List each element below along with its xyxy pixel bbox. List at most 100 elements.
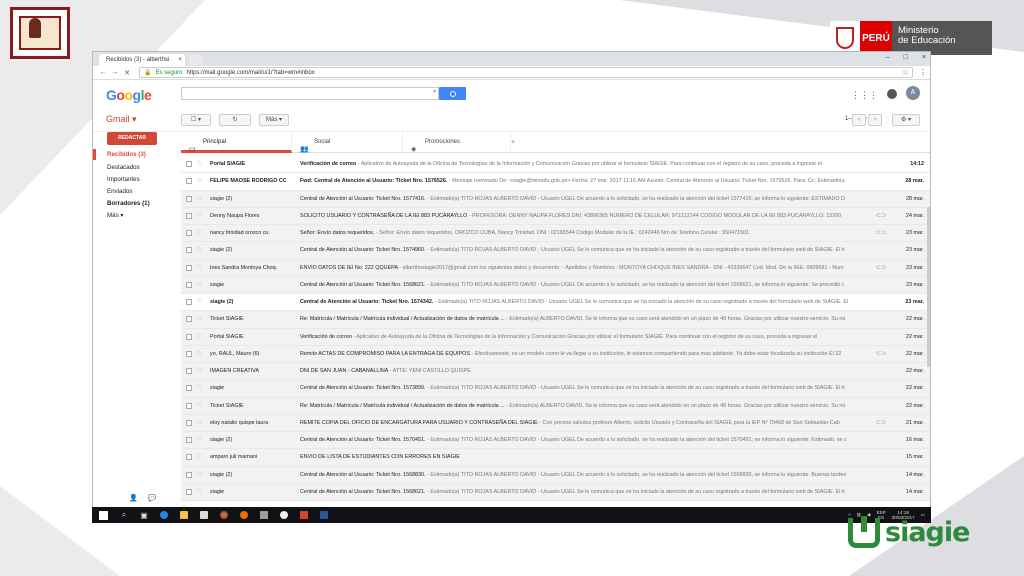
search-input[interactable]: ▾ — [181, 87, 439, 100]
email-row[interactable]: ☆ Ines Sandra Montoya Choq. ENVIO DATOS DE… — [181, 259, 930, 277]
start-button[interactable] — [92, 507, 114, 523]
email-row[interactable]: ☆ Portal SIAGIE Verificación de correo - A… — [181, 328, 930, 346]
star-icon[interactable]: ☆ — [196, 329, 202, 345]
row-checkbox[interactable] — [186, 281, 192, 288]
scrollbar[interactable] — [927, 207, 930, 367]
email-row[interactable]: ☆ Portal SIAGIE Verificación de correo - A… — [181, 156, 930, 174]
sidebar-item-important[interactable]: Importantes — [107, 176, 140, 183]
row-checkbox[interactable] — [186, 316, 192, 323]
back-icon[interactable]: ← — [97, 69, 109, 76]
new-tab-button[interactable] — [189, 55, 203, 65]
row-checkbox[interactable] — [186, 299, 192, 305]
email-row[interactable]: ☆ Ticket SIAGIE Re: Matrícula / Matrícula … — [181, 311, 930, 329]
email-row[interactable]: ☆ siagie (2) Central de Atención al Usuari… — [181, 432, 930, 450]
app-icon-orange[interactable] — [234, 507, 254, 523]
task-view-icon[interactable]: ▣ — [134, 507, 154, 523]
contacts-icon[interactable]: 👤 — [129, 494, 138, 502]
star-icon[interactable]: ☆ — [196, 449, 202, 465]
star-icon[interactable]: ☆ — [196, 260, 202, 276]
chrome-icon[interactable] — [214, 507, 234, 523]
star-icon[interactable]: ☆ — [196, 346, 202, 362]
browser-tab[interactable]: Recibidos (3) - alberthsi × — [99, 54, 185, 66]
edge-icon[interactable] — [154, 507, 174, 523]
select-button[interactable]: ☐ ▾ — [181, 114, 211, 126]
email-row[interactable]: ☆ Ticket SIAGIE Re: Matrícula / Matrícula … — [181, 397, 930, 415]
app-icon-gray[interactable] — [254, 507, 274, 523]
sidebar-item-more[interactable]: Más ▾ — [107, 212, 124, 219]
maximize-button[interactable]: □ — [904, 52, 908, 64]
search-options-icon[interactable]: ▾ — [433, 88, 436, 95]
row-checkbox[interactable] — [186, 454, 192, 461]
notifications-icon[interactable] — [887, 89, 897, 99]
star-icon[interactable]: ☆ — [196, 311, 202, 327]
refresh-button[interactable]: ↻ — [219, 114, 251, 126]
row-checkbox[interactable] — [186, 264, 192, 271]
compose-button[interactable]: REDACTAR — [107, 132, 157, 145]
word-icon[interactable] — [314, 507, 334, 523]
email-row[interactable]: ☆ siagie Central de Atención al Usuario: T… — [181, 276, 930, 294]
minimize-button[interactable]: – — [886, 52, 890, 64]
star-icon[interactable]: ☆ — [196, 225, 202, 241]
star-icon[interactable]: ☆ — [196, 156, 202, 172]
star-icon[interactable]: ☆ — [196, 415, 202, 431]
close-tab-icon[interactable]: × — [178, 54, 182, 66]
store-icon[interactable] — [194, 507, 214, 523]
email-row[interactable]: ☆ siagie Central de Atención al Usuario: T… — [181, 380, 930, 398]
star-icon[interactable]: ☆ — [196, 191, 202, 207]
tab-promociones[interactable]: ◈ Promociones — [403, 132, 511, 153]
star-icon[interactable]: ☆ — [196, 277, 202, 293]
next-page-button[interactable]: › — [868, 114, 882, 126]
row-checkbox[interactable] — [186, 195, 192, 202]
email-row[interactable]: ☆ yo, RAUL, Mauro (6) Remito ACTAS DE COMP… — [181, 345, 930, 363]
row-checkbox[interactable] — [186, 385, 192, 392]
email-row[interactable]: ☆ siagie (2) Central de Atención al Usuari… — [181, 190, 930, 208]
app-icon-settings[interactable] — [274, 507, 294, 523]
row-checkbox[interactable] — [186, 247, 192, 254]
email-row[interactable]: ☆ Denny Naupa Flores SOLICITO USUARIO Y CO… — [181, 207, 930, 225]
star-icon[interactable]: ☆ — [196, 398, 202, 414]
email-row[interactable]: ☆ siagie (2) Central de Atención al Usuari… — [181, 242, 930, 260]
gmail-label[interactable]: Gmail ▾ — [106, 114, 137, 125]
star-icon[interactable]: ☆ — [196, 484, 202, 500]
email-row[interactable]: ☆ nancy trinidad orozco cu. Señor: Envío d… — [181, 225, 930, 243]
search-taskbar-icon[interactable]: ⌕ — [114, 507, 134, 523]
avatar[interactable]: A — [906, 86, 920, 100]
row-checkbox[interactable] — [186, 161, 192, 167]
star-icon[interactable]: ☆ — [196, 467, 202, 483]
powerpoint-icon[interactable] — [294, 507, 314, 523]
stop-icon[interactable]: ✕ — [121, 69, 133, 77]
email-row[interactable]: ☆ FELIPE MAOSE RODRIGO CC Fwd: Central de … — [181, 173, 930, 191]
row-checkbox[interactable] — [186, 437, 192, 443]
more-button[interactable]: Más ▾ — [259, 114, 289, 126]
email-row[interactable]: ☆ IMAGEN CREATIVA DNI DE SAN JUAN - CABANA… — [181, 363, 930, 381]
row-checkbox[interactable] — [186, 212, 192, 219]
star-icon[interactable]: ☆ — [196, 242, 202, 258]
sidebar-item-starred[interactable]: Destacados — [107, 164, 140, 171]
email-row[interactable]: ☆ siagie Central de Atención al Usuario: T… — [181, 483, 930, 501]
hangouts-icon[interactable]: 💬 — [148, 494, 157, 502]
star-icon[interactable]: ☆ — [196, 380, 202, 396]
email-row[interactable]: ☆ siagie (2) Central de Atención al Usuari… — [181, 294, 930, 312]
row-checkbox[interactable] — [186, 471, 192, 478]
browser-menu-icon[interactable]: ⋮ — [919, 68, 927, 77]
tab-social[interactable]: 👥 Social — [292, 132, 403, 153]
bookmark-star-icon[interactable]: ☆ — [902, 68, 909, 77]
row-checkbox[interactable] — [186, 350, 192, 357]
url-input[interactable]: 🔒 Es seguro https://mail.google.com/mail… — [139, 67, 913, 78]
star-icon[interactable]: ☆ — [196, 432, 202, 448]
email-row[interactable]: ☆ siagie (2) Central de Atención al Usuari… — [181, 466, 930, 484]
forward-icon[interactable]: → — [109, 69, 121, 76]
prev-page-button[interactable]: ‹ — [852, 114, 866, 126]
row-checkbox[interactable] — [186, 402, 192, 409]
row-checkbox[interactable] — [186, 230, 192, 236]
row-checkbox[interactable] — [186, 488, 192, 495]
email-row[interactable]: ☆ eloy natalio quispe laura REMITE COPIA D… — [181, 414, 930, 432]
row-checkbox[interactable] — [186, 419, 192, 426]
tab-principal[interactable]: ▭ Principal — [181, 132, 292, 153]
email-row[interactable]: ☆ amparo juli mamani ENVIO DE LISTA DE EST… — [181, 449, 930, 467]
star-icon[interactable]: ☆ — [196, 173, 202, 189]
star-icon[interactable]: ☆ — [196, 294, 202, 310]
add-category-button[interactable]: + — [511, 132, 521, 153]
row-checkbox[interactable] — [186, 178, 192, 185]
star-icon[interactable]: ☆ — [196, 363, 202, 379]
